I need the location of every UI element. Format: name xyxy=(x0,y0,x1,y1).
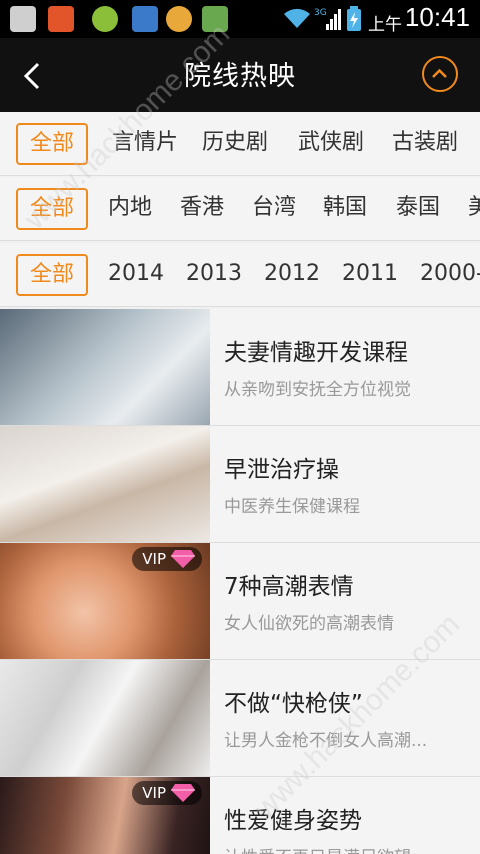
shopping-bag-icon xyxy=(202,6,228,32)
region-chip-all[interactable]: 全部 xyxy=(16,188,88,230)
item-title: 夫妻情趣开发课程 xyxy=(224,340,408,366)
collapse-filter-button[interactable] xyxy=(422,56,458,92)
region-chip-hongkong[interactable]: 香港 xyxy=(180,188,224,230)
page-title: 院线热映 xyxy=(184,61,296,92)
battery-icon xyxy=(346,6,362,36)
diamond-icon xyxy=(171,784,195,802)
region-chip-mainland[interactable]: 内地 xyxy=(108,188,152,230)
region-chip-usa[interactable]: 美 xyxy=(468,188,480,230)
item-title: 性爱健身姿势 xyxy=(224,808,362,834)
item-subtitle: 让性爱不再只是满足欲望 xyxy=(224,843,411,854)
year-chip-2014[interactable]: 2014 xyxy=(108,254,164,296)
genre-chip-history[interactable]: 历史剧 xyxy=(202,123,268,165)
genre-chip-martial-arts[interactable]: 武侠剧 xyxy=(298,123,364,165)
item-subtitle: 女人仙欲死的高潮表情 xyxy=(224,614,394,634)
item-title: 7种高潮表情 xyxy=(224,574,354,600)
wifi-icon xyxy=(282,6,312,34)
genre-filter-row: 全部 言情片 历史剧 武侠剧 古装剧 xyxy=(0,112,480,176)
list-item[interactable]: 夫妻情趣开发课程 从亲吻到安抚全方位视觉 xyxy=(0,309,480,426)
list-item[interactable]: VIP 性爱健身姿势 让性爱不再只是满足欲望 xyxy=(0,777,480,854)
item-subtitle: 中医养生保健课程 xyxy=(224,497,360,517)
status-bar: 3G 上午 10:41 xyxy=(0,0,480,38)
list-item[interactable]: 早泄治疗操 中医养生保健课程 xyxy=(0,426,480,543)
vip-badge: VIP xyxy=(132,547,202,571)
video-thumbnail xyxy=(0,660,210,776)
app-notification-icon xyxy=(48,6,74,32)
video-thumbnail: VIP xyxy=(0,777,210,854)
vip-label: VIP xyxy=(142,550,166,568)
year-chip-2000[interactable]: 2000- xyxy=(420,254,480,296)
chevron-up-icon xyxy=(432,68,447,78)
signal-icon: 3G xyxy=(314,6,344,36)
clock-time: 10:41 xyxy=(404,2,470,32)
video-thumbnail xyxy=(0,426,210,542)
vip-label: VIP xyxy=(142,784,166,802)
network-type-label: 3G xyxy=(314,8,327,18)
video-thumbnail: VIP xyxy=(0,543,210,659)
add-icon xyxy=(10,6,36,32)
genre-chip-costume[interactable]: 古装剧 xyxy=(392,123,458,165)
diamond-icon xyxy=(171,550,195,568)
year-filter-row: 全部 2014 2013 2012 2011 2000- xyxy=(0,243,480,307)
region-chip-taiwan[interactable]: 台湾 xyxy=(252,188,296,230)
year-chip-2012[interactable]: 2012 xyxy=(264,254,320,296)
genre-chip-romance[interactable]: 言情片 xyxy=(112,123,178,165)
item-title: 不做“快枪侠” xyxy=(224,691,363,717)
year-chip-2013[interactable]: 2013 xyxy=(186,254,242,296)
am-pm-label: 上午 xyxy=(368,15,402,35)
chrome-icon xyxy=(166,6,192,32)
year-chip-all[interactable]: 全部 xyxy=(16,254,88,296)
region-chip-korea[interactable]: 韩国 xyxy=(323,188,367,230)
item-subtitle: 从亲吻到安抚全方位视觉 xyxy=(224,380,411,400)
shield-icon xyxy=(132,6,158,32)
list-item[interactable]: 不做“快枪侠” 让男人金枪不倒女人高潮... xyxy=(0,660,480,777)
item-title: 早泄治疗操 xyxy=(224,457,339,483)
message-icon xyxy=(92,6,118,32)
item-subtitle: 让男人金枪不倒女人高潮... xyxy=(224,731,428,751)
app-header: 院线热映 xyxy=(0,38,480,112)
vip-badge: VIP xyxy=(132,781,202,805)
genre-chip-all[interactable]: 全部 xyxy=(16,123,88,165)
region-chip-thailand[interactable]: 泰国 xyxy=(396,188,440,230)
region-filter-row: 全部 内地 香港 台湾 韩国 泰国 美 xyxy=(0,177,480,241)
list-item[interactable]: VIP 7种高潮表情 女人仙欲死的高潮表情 xyxy=(0,543,480,660)
video-thumbnail xyxy=(0,309,210,425)
year-chip-2011[interactable]: 2011 xyxy=(342,254,398,296)
